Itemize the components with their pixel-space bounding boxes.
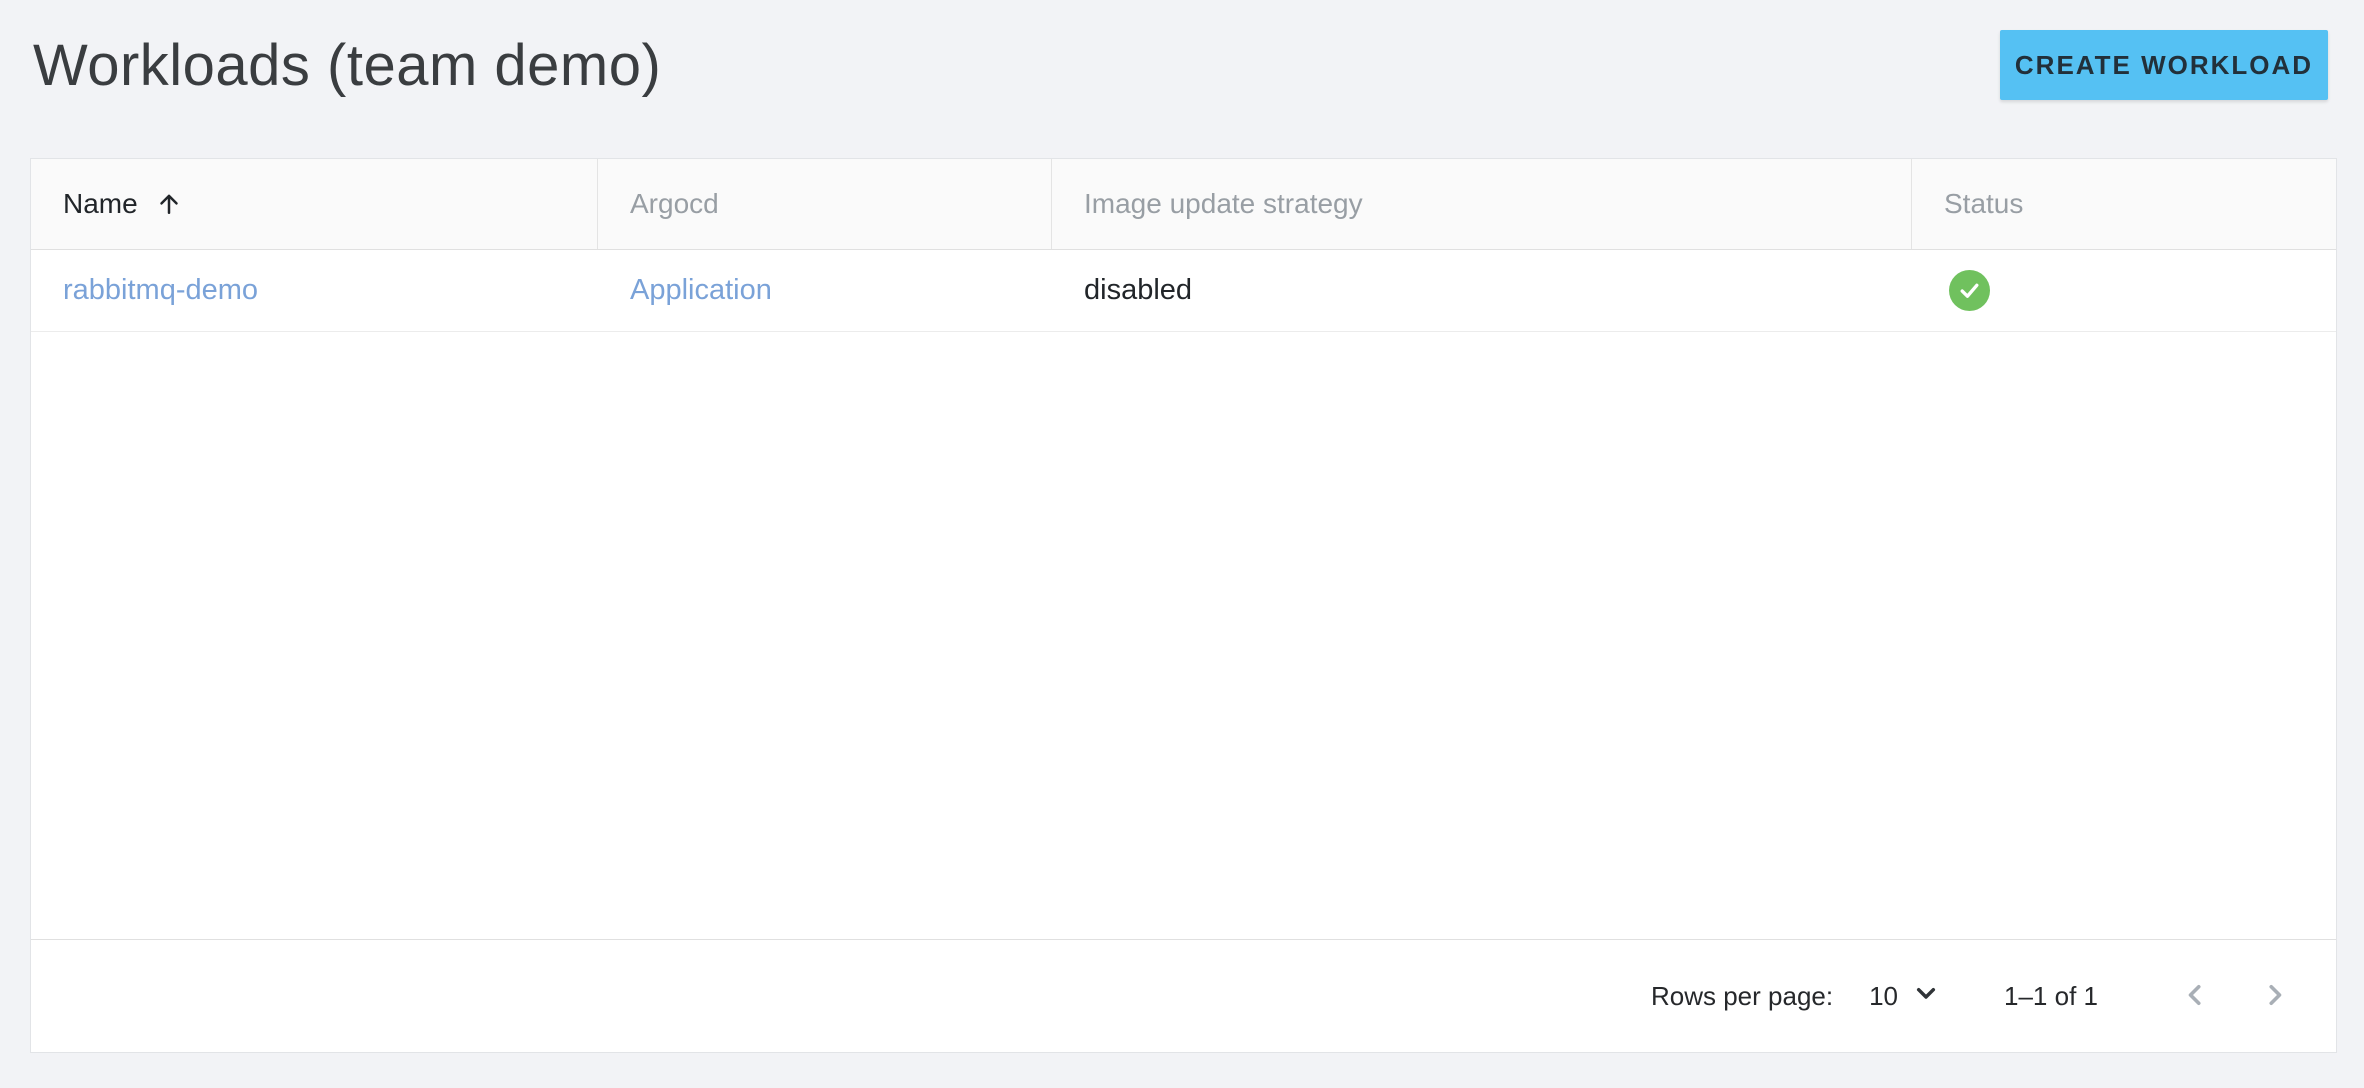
column-header-argocd: Argocd [598, 159, 1052, 249]
page-header: Workloads (team demo) CREATE WORKLOAD [33, 0, 2328, 130]
column-header-argocd-label: Argocd [630, 188, 719, 220]
pagination-range-label: 1–1 of 1 [2004, 981, 2098, 1012]
table-header-row: Name Argocd Image update strategy Status [31, 159, 2336, 250]
column-header-name[interactable]: Name [31, 159, 598, 249]
previous-page-button[interactable] [2164, 965, 2226, 1027]
cell-image-update-strategy: disabled [1052, 250, 1912, 331]
rows-per-page-select[interactable]: 10 [1869, 977, 1942, 1016]
column-header-status: Status [1912, 159, 2336, 249]
page-title: Workloads (team demo) [33, 32, 661, 99]
workload-name-link[interactable]: rabbitmq-demo [63, 274, 258, 307]
column-header-image-update-strategy-label: Image update strategy [1084, 188, 1363, 220]
cell-status [1912, 250, 2336, 331]
table-row: rabbitmq-demo Application disabled [31, 250, 2336, 332]
table-pagination: Rows per page: 10 1–1 of 1 [31, 939, 2336, 1052]
rows-per-page-value: 10 [1869, 981, 1898, 1012]
next-page-button[interactable] [2244, 965, 2306, 1027]
table-empty-area [31, 332, 2336, 939]
argocd-application-link[interactable]: Application [630, 274, 772, 307]
chevron-right-icon [2257, 977, 2293, 1016]
column-header-image-update-strategy: Image update strategy [1052, 159, 1912, 249]
cell-argocd: Application [598, 250, 1052, 331]
status-success-icon [1949, 270, 1990, 311]
chevron-left-icon [2177, 977, 2213, 1016]
image-update-strategy-value: disabled [1084, 274, 1192, 307]
column-header-name-label: Name [63, 188, 138, 220]
dropdown-caret-icon [1910, 977, 1942, 1016]
sort-ascending-icon [154, 189, 184, 219]
workloads-table: Name Argocd Image update strategy Status… [30, 158, 2337, 1053]
cell-name: rabbitmq-demo [31, 250, 598, 331]
create-workload-button[interactable]: CREATE WORKLOAD [2000, 30, 2328, 100]
rows-per-page-label: Rows per page: [1651, 981, 1833, 1012]
column-header-status-label: Status [1944, 188, 2023, 220]
